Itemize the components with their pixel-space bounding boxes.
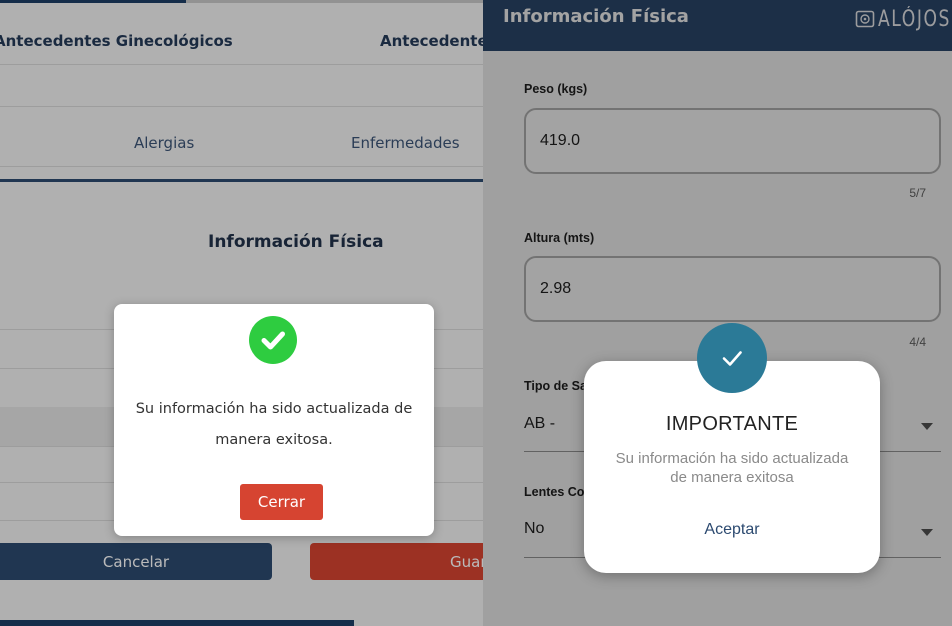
check-circle-icon: [697, 323, 767, 393]
close-button[interactable]: Cerrar: [240, 484, 323, 520]
right-screen: Información Física ALÓJOSÉ Peso (kgs) 41…: [483, 0, 952, 626]
check-circle-icon: [249, 316, 297, 364]
dialog-title: IMPORTANTE: [665, 413, 799, 435]
left-screen: Antecedentes Ginecológicos Antecedentes …: [0, 0, 483, 626]
success-dialog: Su información ha sido actualizada de ma…: [114, 304, 434, 536]
dialog-message: Su información ha sido actualizada de ma…: [135, 401, 413, 448]
accept-button[interactable]: Aceptar: [584, 521, 880, 539]
dialog-message: Su información ha sido actualizada de ma…: [615, 450, 849, 486]
